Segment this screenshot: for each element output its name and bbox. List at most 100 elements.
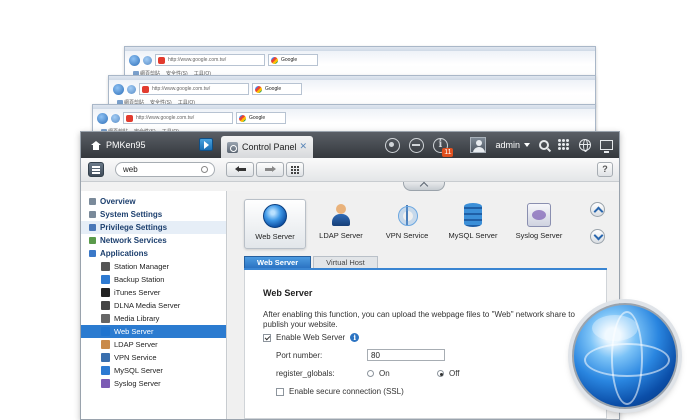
sidebar-section-privilege-settings[interactable]: Privilege Settings — [81, 221, 226, 234]
enable-ssl-checkbox[interactable] — [276, 387, 284, 396]
arrow-right-icon — [265, 166, 276, 173]
back-icon[interactable] — [129, 54, 140, 66]
host-name: PMKen95 — [106, 140, 146, 150]
show-desktop-button[interactable] — [199, 138, 213, 151]
register-globals-off-option[interactable]: Off — [437, 369, 460, 378]
sidebar-item-vpn-service[interactable]: VPN Service — [81, 351, 226, 364]
more-icon[interactable] — [558, 139, 570, 151]
syslog-server-icon — [101, 379, 110, 388]
search-icon[interactable] — [539, 140, 549, 150]
radio-off[interactable] — [437, 370, 444, 377]
sidebar-item-itunes-server[interactable]: iTunes Server — [81, 286, 226, 299]
sidebar-item-dlna-media-server[interactable]: DLNA Media Server — [81, 299, 226, 312]
app-mysql-server[interactable]: MySQL Server — [442, 199, 504, 249]
home-tab[interactable]: PMKen95 — [81, 132, 221, 158]
close-icon[interactable]: ✕ — [299, 141, 307, 152]
address-bar[interactable]: http://www.google.com.tw/ — [123, 112, 233, 124]
arrow-left-icon — [235, 166, 246, 173]
language-icon[interactable] — [579, 139, 591, 152]
sidebar-item-ldap-server[interactable]: LDAP Server — [81, 338, 226, 351]
info-icon[interactable]: i — [350, 333, 360, 342]
sidebar-section-system-settings[interactable]: System Settings — [81, 208, 226, 221]
gear-icon — [89, 211, 96, 218]
browser-tab[interactable]: Google — [236, 112, 286, 124]
database-icon — [464, 203, 482, 227]
applications-icon — [89, 250, 96, 257]
sidebar: Overview System Settings Privilege Setti… — [81, 191, 227, 419]
sidebar-item-backup-station[interactable]: Backup Station — [81, 273, 226, 286]
app-tab-label: Control Panel — [242, 142, 297, 152]
back-icon[interactable] — [97, 112, 108, 124]
browser-address-row: http://www.google.com.tw/ Google — [129, 53, 591, 67]
background-task-icon[interactable] — [385, 137, 401, 153]
address-bar[interactable]: http://www.google.com.tw/ — [139, 83, 249, 95]
forward-icon[interactable] — [111, 113, 120, 123]
external-device-icon[interactable] — [409, 137, 425, 153]
browser-tab[interactable]: Google — [268, 54, 318, 66]
scroll-down-button[interactable] — [590, 229, 605, 244]
scroll-up-button[interactable] — [590, 202, 605, 217]
sidebar-item-syslog-server[interactable]: Syslog Server — [81, 377, 226, 390]
notification-icon[interactable]: 11 — [433, 137, 454, 157]
forward-icon[interactable] — [143, 55, 152, 65]
search-value: web — [123, 165, 138, 174]
user-menu[interactable]: admin — [495, 140, 530, 150]
avatar[interactable] — [470, 137, 487, 153]
forward-button[interactable] — [256, 162, 284, 177]
globe-icon — [263, 204, 287, 228]
itunes-server-icon — [101, 288, 110, 297]
browser-tab[interactable]: Google — [252, 83, 302, 95]
ldap-user-icon — [329, 203, 353, 227]
browser-titlebar — [93, 105, 595, 109]
forward-icon[interactable] — [127, 84, 136, 94]
app-web-server[interactable]: Web Server — [244, 199, 306, 249]
overview-icon — [89, 198, 96, 205]
help-button[interactable]: ? — [597, 162, 613, 177]
collapse-toggle[interactable] — [403, 182, 445, 191]
grid-view-button[interactable] — [286, 162, 304, 177]
sidebar-section-applications[interactable]: Applications — [81, 247, 226, 260]
mysql-server-icon — [101, 366, 110, 375]
dashboard-icon[interactable] — [600, 140, 613, 153]
sidebar-item-web-server[interactable]: Web Server — [81, 325, 226, 338]
sidebar-section-overview[interactable]: Overview — [81, 195, 226, 208]
app-ldap-server[interactable]: LDAP Server — [310, 199, 372, 249]
enable-web-server-label: Enable Web Server — [276, 333, 346, 342]
sidebar-item-station-manager[interactable]: Station Manager — [81, 260, 226, 273]
taskbar: PMKen95 Control Panel ✕ 11 admin — [81, 132, 619, 158]
web-server-icon — [101, 327, 110, 336]
settings-panel: Web Server After enabling this function,… — [244, 270, 607, 419]
sidebar-item-mysql-server[interactable]: MySQL Server — [81, 364, 226, 377]
backup-station-icon — [101, 275, 110, 284]
enable-ssl-row: Enable secure connection (SSL) — [276, 387, 404, 396]
media-library-icon — [101, 314, 110, 323]
syslog-icon — [527, 203, 551, 227]
app-vpn-service[interactable]: VPN Service — [376, 199, 438, 249]
description-text: After enabling this function, you can up… — [263, 310, 575, 329]
tab-virtual-host[interactable]: Virtual Host — [313, 256, 378, 268]
sidebar-item-media-library[interactable]: Media Library — [81, 312, 226, 325]
search-input[interactable]: web — [115, 162, 215, 177]
qts-desktop-window: PMKen95 Control Panel ✕ 11 admin — [80, 131, 620, 420]
user-name: admin — [495, 140, 520, 150]
ldap-server-icon — [101, 340, 110, 349]
control-panel-icon — [227, 141, 238, 153]
chevron-down-icon — [524, 143, 530, 147]
radio-on[interactable] — [367, 370, 374, 377]
tab-control-panel[interactable]: Control Panel ✕ — [221, 136, 313, 158]
enable-web-server-row: Enable Web Server i — [263, 333, 360, 342]
address-bar[interactable]: http://www.google.com.tw/ — [155, 54, 265, 66]
back-icon[interactable] — [113, 83, 124, 95]
register-globals-label: register_globals: — [276, 369, 335, 378]
port-number-input[interactable]: 80 — [367, 349, 445, 361]
globe-highlight — [592, 315, 638, 341]
enable-web-server-checkbox[interactable] — [263, 333, 271, 342]
browser-address-row: http://www.google.com.tw/ Google — [113, 82, 591, 96]
list-view-button[interactable] — [88, 162, 104, 177]
tab-web-server[interactable]: Web Server — [244, 256, 312, 268]
app-syslog-server[interactable]: Syslog Server — [508, 199, 570, 249]
sidebar-section-network-services[interactable]: Network Services — [81, 234, 226, 247]
back-button[interactable] — [226, 162, 254, 177]
register-globals-on-option[interactable]: On — [367, 369, 390, 378]
web-server-globe-icon — [572, 303, 678, 409]
